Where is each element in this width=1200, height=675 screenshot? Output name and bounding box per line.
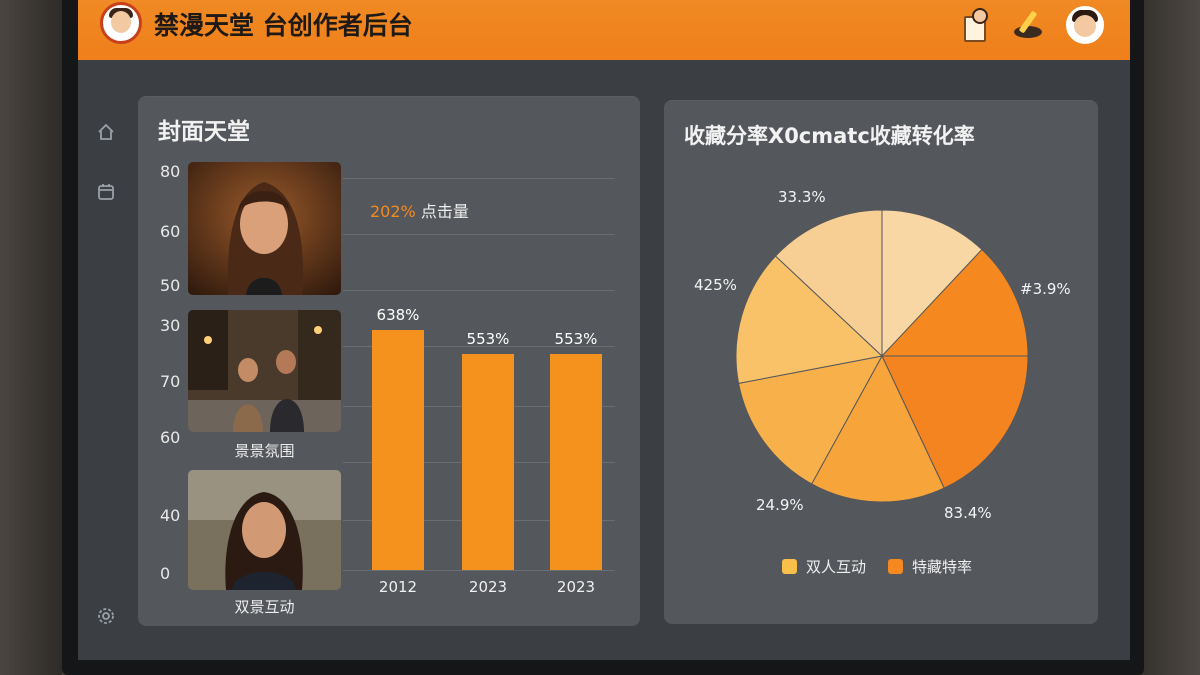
sidebar bbox=[78, 60, 136, 660]
bar bbox=[550, 353, 602, 570]
pie-slice-label: 83.4% bbox=[944, 504, 992, 522]
gridline bbox=[343, 570, 615, 571]
pie-slice-label: 425% bbox=[694, 276, 737, 294]
bar-card-title: 封面天堂 bbox=[158, 119, 250, 145]
cover-thumbnail-2[interactable] bbox=[188, 310, 341, 432]
pie-chart-card: 收藏分率X0cmatc收藏转化率 33.3% #3.9% 83.4% 24.9%… bbox=[664, 100, 1098, 624]
legend-label: 点击量 bbox=[420, 202, 469, 221]
cover-thumbnail-3[interactable] bbox=[188, 470, 341, 590]
bar-data-label: 553% bbox=[554, 329, 598, 348]
home-icon[interactable] bbox=[96, 122, 116, 142]
pie-slice-label: 33.3% bbox=[778, 188, 826, 206]
bar bbox=[372, 329, 424, 570]
legend-swatch bbox=[888, 559, 903, 574]
wall-background-left bbox=[0, 0, 62, 675]
y-tick: 80 bbox=[160, 162, 181, 181]
x-tick-label: 2012 bbox=[378, 578, 418, 596]
x-tick-label: 2023 bbox=[556, 578, 596, 596]
top-header: 禁漫天堂 台创作者后台 bbox=[78, 0, 1130, 60]
thumbnail-label: 景景氛围 bbox=[234, 442, 295, 460]
pie-slice-label: 24.9% bbox=[756, 496, 804, 514]
pie-chart bbox=[735, 209, 1029, 503]
pie-slice-label: #3.9% bbox=[1020, 280, 1071, 298]
calendar-icon[interactable] bbox=[96, 182, 116, 202]
y-tick: 40 bbox=[160, 506, 181, 525]
legend-percent: 202% bbox=[370, 202, 416, 221]
settings-icon[interactable] bbox=[96, 606, 116, 626]
x-tick-label: 2023 bbox=[468, 578, 508, 596]
user-avatar-icon[interactable] bbox=[1066, 6, 1104, 44]
bar bbox=[462, 353, 514, 570]
y-tick: 60 bbox=[160, 222, 181, 241]
bar-legend: 202% 点击量 bbox=[370, 198, 469, 222]
legend-item: 特藏特率 bbox=[912, 558, 973, 576]
document-person-icon[interactable] bbox=[960, 8, 990, 42]
cover-thumbnail-1[interactable] bbox=[188, 162, 341, 295]
y-tick: 30 bbox=[160, 316, 181, 335]
gridline bbox=[343, 178, 615, 179]
tool-icon[interactable] bbox=[1012, 8, 1042, 40]
bar-data-label: 553% bbox=[466, 329, 510, 348]
y-tick: 0 bbox=[160, 564, 171, 583]
gridline bbox=[343, 290, 615, 291]
bar-data-label: 638% bbox=[376, 305, 420, 324]
y-tick: 60 bbox=[160, 428, 181, 447]
y-tick: 70 bbox=[160, 372, 181, 391]
gridline bbox=[343, 234, 615, 235]
logo-icon[interactable] bbox=[100, 2, 142, 44]
y-tick: 50 bbox=[160, 276, 181, 295]
app-title: 禁漫天堂 台创作者后台 bbox=[154, 11, 413, 40]
thumbnail-label: 双景互动 bbox=[234, 598, 295, 616]
legend-swatch bbox=[782, 559, 797, 574]
bar-chart-card: 封面天堂 80 60 50 30 70 60 40 0 景景氛围 双景互动 20… bbox=[138, 96, 640, 626]
app-screen: 禁漫天堂 台创作者后台 封面天堂 80 60 50 30 70 60 40 0 bbox=[78, 0, 1130, 660]
legend-item: 双人互动 bbox=[806, 558, 867, 576]
